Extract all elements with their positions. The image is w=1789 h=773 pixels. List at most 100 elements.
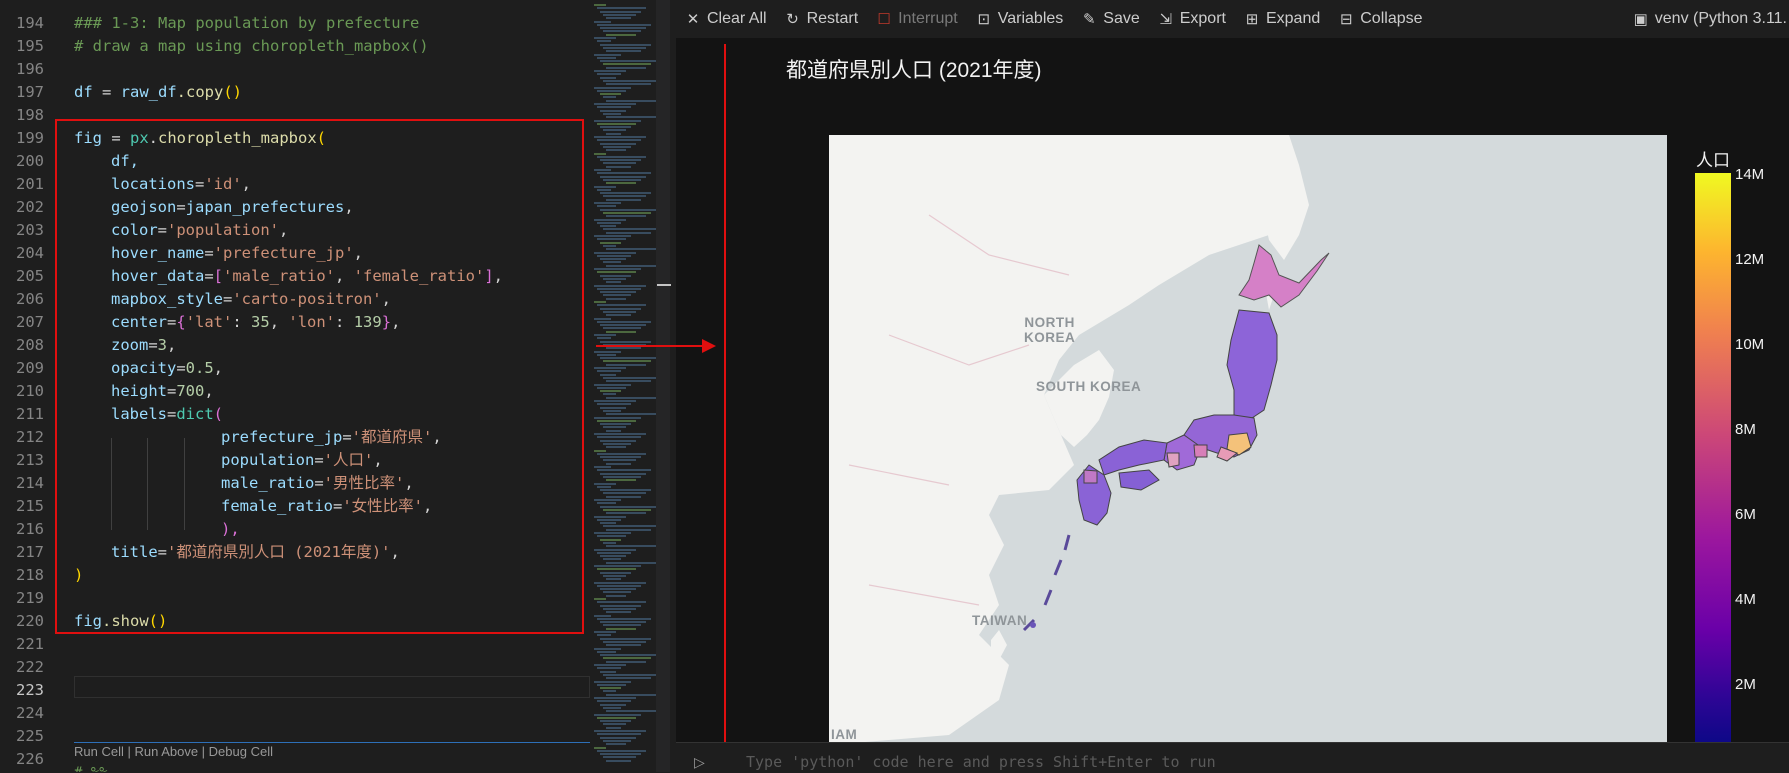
- code-line-216: ),: [221, 520, 240, 538]
- minimap-line: [603, 211, 651, 214]
- okinawa-island-dot: [1030, 622, 1036, 628]
- minimap-line: [606, 644, 641, 647]
- map-label-vietnam-partial: IAM: [831, 727, 858, 742]
- minimap-line: [594, 70, 626, 72]
- minimap-line: [594, 350, 621, 353]
- line-number: 221: [16, 635, 44, 653]
- code-line-203: color='population',: [111, 221, 289, 239]
- minimap-line: [600, 60, 656, 63]
- minimap-line: [603, 261, 621, 264]
- minimap-line: [603, 442, 631, 445]
- minimap-line: [600, 291, 636, 294]
- restart-button[interactable]: ↻ Restart: [776, 0, 868, 38]
- minimap-line: [603, 96, 616, 99]
- run-icon[interactable]: ▷: [694, 755, 705, 771]
- collapse-button[interactable]: ⊟ Collapse: [1329, 0, 1431, 38]
- line-number: 204: [16, 244, 44, 262]
- minimap-line: [600, 43, 651, 46]
- line-number: 225: [16, 727, 44, 745]
- minimap-line: [597, 304, 646, 307]
- minimap-line: [594, 680, 631, 683]
- export-button[interactable]: ⇲ Export: [1149, 0, 1235, 38]
- minimap-line: [603, 409, 621, 412]
- codelens-run-cell[interactable]: Run Cell | Run Above | Debug Cell: [74, 744, 273, 759]
- minimap-line: [594, 433, 646, 435]
- annotation-arrow-head: [702, 339, 716, 353]
- minimap-line: [606, 347, 641, 350]
- minimap-line: [600, 159, 641, 162]
- code-line-208: zoom=3,: [111, 336, 177, 354]
- minimap-line: [600, 505, 656, 508]
- minimap-line: [600, 423, 631, 426]
- indent-guide: [111, 438, 112, 530]
- variables-button[interactable]: ⊡ Variables: [967, 0, 1073, 38]
- minimap-line: [606, 17, 631, 20]
- minimap-line: [597, 40, 611, 43]
- save-button[interactable]: ✎ Save: [1072, 0, 1148, 38]
- minimap-line: [597, 386, 626, 389]
- minimap-line: [597, 733, 641, 736]
- minimap-line: [606, 330, 636, 333]
- minimap-line: [600, 654, 656, 657]
- minimap-line: [603, 228, 656, 231]
- minimap-line: [594, 515, 626, 518]
- code-line-210: height=700,: [111, 382, 214, 400]
- minimap-line: [603, 360, 651, 363]
- expand-button[interactable]: ⊞ Expand: [1235, 0, 1329, 38]
- kernel-picker[interactable]: ▣ venv (Python 3.11.: [1633, 0, 1789, 38]
- code-line-205: hover_data=['male_ratio', 'female_ratio'…: [111, 267, 504, 285]
- interrupt-button[interactable]: ☐ Interrupt: [867, 0, 967, 38]
- cursor-line[interactable]: [74, 676, 590, 698]
- code-line-206: mapbox_style='carto-positron',: [111, 290, 391, 308]
- minimap-line: [597, 188, 611, 191]
- interactive-input-bar[interactable]: ▷ Type 'python' code here and press Shif…: [676, 742, 1789, 773]
- minimap-line: [606, 611, 631, 614]
- line-number: 202: [16, 198, 44, 216]
- minimap-line: [606, 726, 621, 729]
- colorbar: [1695, 173, 1731, 742]
- minimap-line: [603, 112, 621, 115]
- minimap-line: [600, 126, 631, 129]
- minimap-line: [597, 419, 636, 422]
- editor-scrollbar[interactable]: [656, 0, 670, 772]
- minimap-line: [600, 208, 656, 211]
- minimap-line: [594, 598, 606, 600]
- code-line-201: locations='id',: [111, 175, 252, 193]
- minimap-line: [606, 743, 626, 746]
- minimap-line: [597, 122, 636, 125]
- minimap-line: [606, 561, 661, 564]
- minimap-line: [600, 93, 621, 96]
- code-line-194: ### 1-3: Map population by prefecture: [74, 14, 420, 32]
- minimap-line: [600, 340, 651, 343]
- line-number: 220: [16, 612, 44, 630]
- line-number: 222: [16, 658, 44, 676]
- code-line-213: population='人口',: [221, 451, 383, 469]
- minimap-line: [603, 657, 651, 660]
- minimap-line: [597, 89, 626, 92]
- minimap-line: [600, 10, 641, 13]
- minimap-line: [603, 327, 641, 330]
- line-number: 216: [16, 520, 44, 538]
- close-icon: ✕: [686, 11, 700, 28]
- minimap-line: [606, 83, 651, 86]
- minimap-line: [597, 535, 626, 538]
- scrollbar-position-marker: [657, 284, 671, 286]
- minimap-line: [600, 555, 626, 558]
- output-cell[interactable]: 都道府県別人口 (2021年度) NORTH KOREA SOUTH KOREA…: [676, 38, 1789, 742]
- minimap-line: [594, 235, 631, 237]
- minimap-line: [600, 241, 621, 244]
- minimap-line: [600, 27, 646, 30]
- minimap-line: [597, 353, 616, 356]
- tohoku-shape: [1226, 309, 1278, 421]
- choropleth-map[interactable]: NORTH KOREA SOUTH KOREA TAIWAN IAM i: [829, 135, 1667, 742]
- minimap-line: [603, 756, 636, 759]
- clear-all-button[interactable]: ✕ Clear All: [676, 0, 776, 38]
- minimap-line: [594, 334, 616, 336]
- minimap-line: [600, 472, 646, 475]
- code-line-200: df,: [111, 152, 139, 170]
- minimap-line: [597, 403, 631, 406]
- code-editor[interactable]: 194 195 196 197 198 199 200 201 202 203 204 205 206 2…: [0, 0, 590, 772]
- minimap-line: [600, 522, 616, 525]
- chugoku-shape: [1098, 439, 1168, 476]
- minimap-line: [606, 215, 646, 218]
